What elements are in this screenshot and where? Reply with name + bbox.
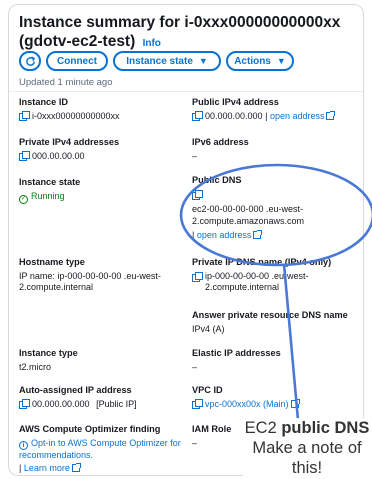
hostname-type-field: Hostname type IP name: ip-000-00-00-00 .… bbox=[19, 257, 184, 294]
public-ipv4-value: 00.000.00.000 bbox=[205, 110, 263, 121]
open-address-link[interactable]: open address bbox=[197, 230, 252, 240]
annotation-note: EC2 public DNS Make a note of this! bbox=[243, 418, 371, 478]
title-text: Instance summary for i-0xxx00000000000xx… bbox=[19, 14, 341, 50]
elastic-ip-value: – bbox=[192, 361, 198, 372]
external-link-icon bbox=[253, 230, 263, 239]
auto-ip-value: 00.000.00.000 bbox=[32, 398, 90, 409]
auto-ip-suffix: [Public IP] bbox=[96, 398, 137, 409]
instance-state-button[interactable]: Instance state ▼ bbox=[113, 51, 221, 71]
private-ipv4-value: 000.00.00.00 bbox=[32, 150, 85, 161]
instance-state-label: Instance state bbox=[19, 177, 81, 187]
caret-down-icon: ▼ bbox=[198, 56, 208, 66]
elastic-ip-label: Elastic IP addresses bbox=[192, 348, 281, 358]
ipv6-field: IPv6 address – bbox=[192, 137, 362, 162]
copy-icon[interactable] bbox=[192, 271, 203, 282]
public-ipv4-label: Public IPv4 address bbox=[192, 97, 279, 107]
info-link[interactable]: Info bbox=[143, 38, 161, 49]
refresh-icon bbox=[25, 55, 35, 66]
auto-ip-label: Auto-assigned IP address bbox=[19, 385, 132, 395]
toolbar: Connect Instance state ▼ Actions ▼ bbox=[19, 51, 294, 71]
copy-icon[interactable] bbox=[19, 150, 30, 161]
vpc-id-link[interactable]: vpc-000xx00x (Main) bbox=[205, 399, 289, 409]
hostname-type-label: Hostname type bbox=[19, 257, 85, 267]
check-circle-icon: ✓ bbox=[19, 194, 28, 204]
auto-ip-field: Auto-assigned IP address 00.000.00.000 [… bbox=[19, 385, 184, 410]
copy-icon[interactable] bbox=[19, 398, 30, 409]
note-bold: public DNS bbox=[281, 419, 370, 437]
external-link-icon bbox=[71, 463, 81, 472]
ipv6-label: IPv6 address bbox=[192, 137, 249, 147]
hostname-type-value: IP name: ip-000-00-00-00 .eu-west-2.comp… bbox=[19, 270, 161, 293]
elastic-ip-field: Elastic IP addresses – bbox=[192, 348, 362, 373]
optimizer-opt-in-link[interactable]: Opt-in to AWS Compute Optimizer for reco… bbox=[19, 438, 181, 460]
info-icon: i bbox=[19, 440, 28, 450]
note-line2: Make a note of this! bbox=[252, 439, 362, 477]
private-dns-field: Private IP DNS name (IPv4 only) ip-000-0… bbox=[192, 257, 362, 294]
caret-down-icon: ▼ bbox=[276, 56, 286, 66]
public-dns-value: ec2-00-00-00-000 .eu-west-2.compute.amaz… bbox=[192, 204, 305, 226]
instance-summary-panel: Instance summary for i-0xxx00000000000xx… bbox=[8, 4, 364, 476]
public-dns-label: Public DNS bbox=[192, 175, 242, 185]
copy-icon[interactable] bbox=[192, 189, 203, 200]
instance-type-value: t2.micro bbox=[19, 361, 52, 372]
open-address-link[interactable]: open address bbox=[270, 111, 325, 121]
external-link-icon bbox=[326, 110, 336, 120]
instance-id-value: i-0xxx00000000000xx bbox=[32, 110, 120, 121]
instance-type-field: Instance type t2.micro bbox=[19, 348, 179, 373]
private-dns-value: ip-000-00-00-00 .eu-west-2.compute.inter… bbox=[205, 270, 309, 293]
divider bbox=[9, 91, 363, 92]
private-dns-label: Private IP DNS name (IPv4 only) bbox=[192, 257, 332, 267]
instance-id-label: Instance ID bbox=[19, 97, 69, 107]
actions-button[interactable]: Actions ▼ bbox=[226, 51, 294, 71]
updated-timestamp: Updated 1 minute ago bbox=[19, 77, 113, 88]
answer-dns-label: Answer private resource DNS name bbox=[192, 310, 348, 320]
answer-dns-field: Answer private resource DNS name IPv4 (A… bbox=[192, 310, 362, 335]
page-title: Instance summary for i-0xxx00000000000xx… bbox=[19, 13, 359, 53]
instance-state-field: Instance state ✓ Running bbox=[19, 177, 179, 204]
copy-icon[interactable] bbox=[19, 110, 30, 121]
instance-type-label: Instance type bbox=[19, 348, 78, 358]
private-ipv4-label: Private IPv4 addresses bbox=[19, 137, 120, 147]
external-link-icon bbox=[290, 398, 300, 408]
private-ipv4-field: Private IPv4 addresses 000.00.00.00 bbox=[19, 137, 179, 162]
public-dns-field: Public DNS ec2-00-00-00-000 .eu-west-2.c… bbox=[192, 175, 357, 242]
note-prefix: EC2 bbox=[244, 419, 282, 437]
refresh-button[interactable] bbox=[19, 51, 41, 71]
ipv6-value: – bbox=[192, 150, 198, 161]
copy-icon[interactable] bbox=[192, 110, 203, 121]
connect-button[interactable]: Connect bbox=[46, 51, 108, 71]
optimizer-field: AWS Compute Optimizer finding i Opt-in to… bbox=[19, 424, 189, 475]
optimizer-label: AWS Compute Optimizer finding bbox=[19, 424, 161, 434]
vpc-id-label: VPC ID bbox=[192, 385, 223, 395]
status-badge: Running bbox=[31, 190, 65, 201]
learn-more-link[interactable]: Learn more bbox=[24, 463, 70, 473]
copy-icon[interactable] bbox=[192, 398, 203, 409]
instance-id-field: Instance ID i-0xxx00000000000xx bbox=[19, 97, 179, 122]
vpc-id-field: VPC ID vpc-000xx00x (Main) bbox=[192, 385, 362, 410]
public-ipv4-field: Public IPv4 address 00.000.00.000 | open… bbox=[192, 97, 362, 122]
answer-dns-value: IPv4 (A) bbox=[192, 323, 225, 334]
